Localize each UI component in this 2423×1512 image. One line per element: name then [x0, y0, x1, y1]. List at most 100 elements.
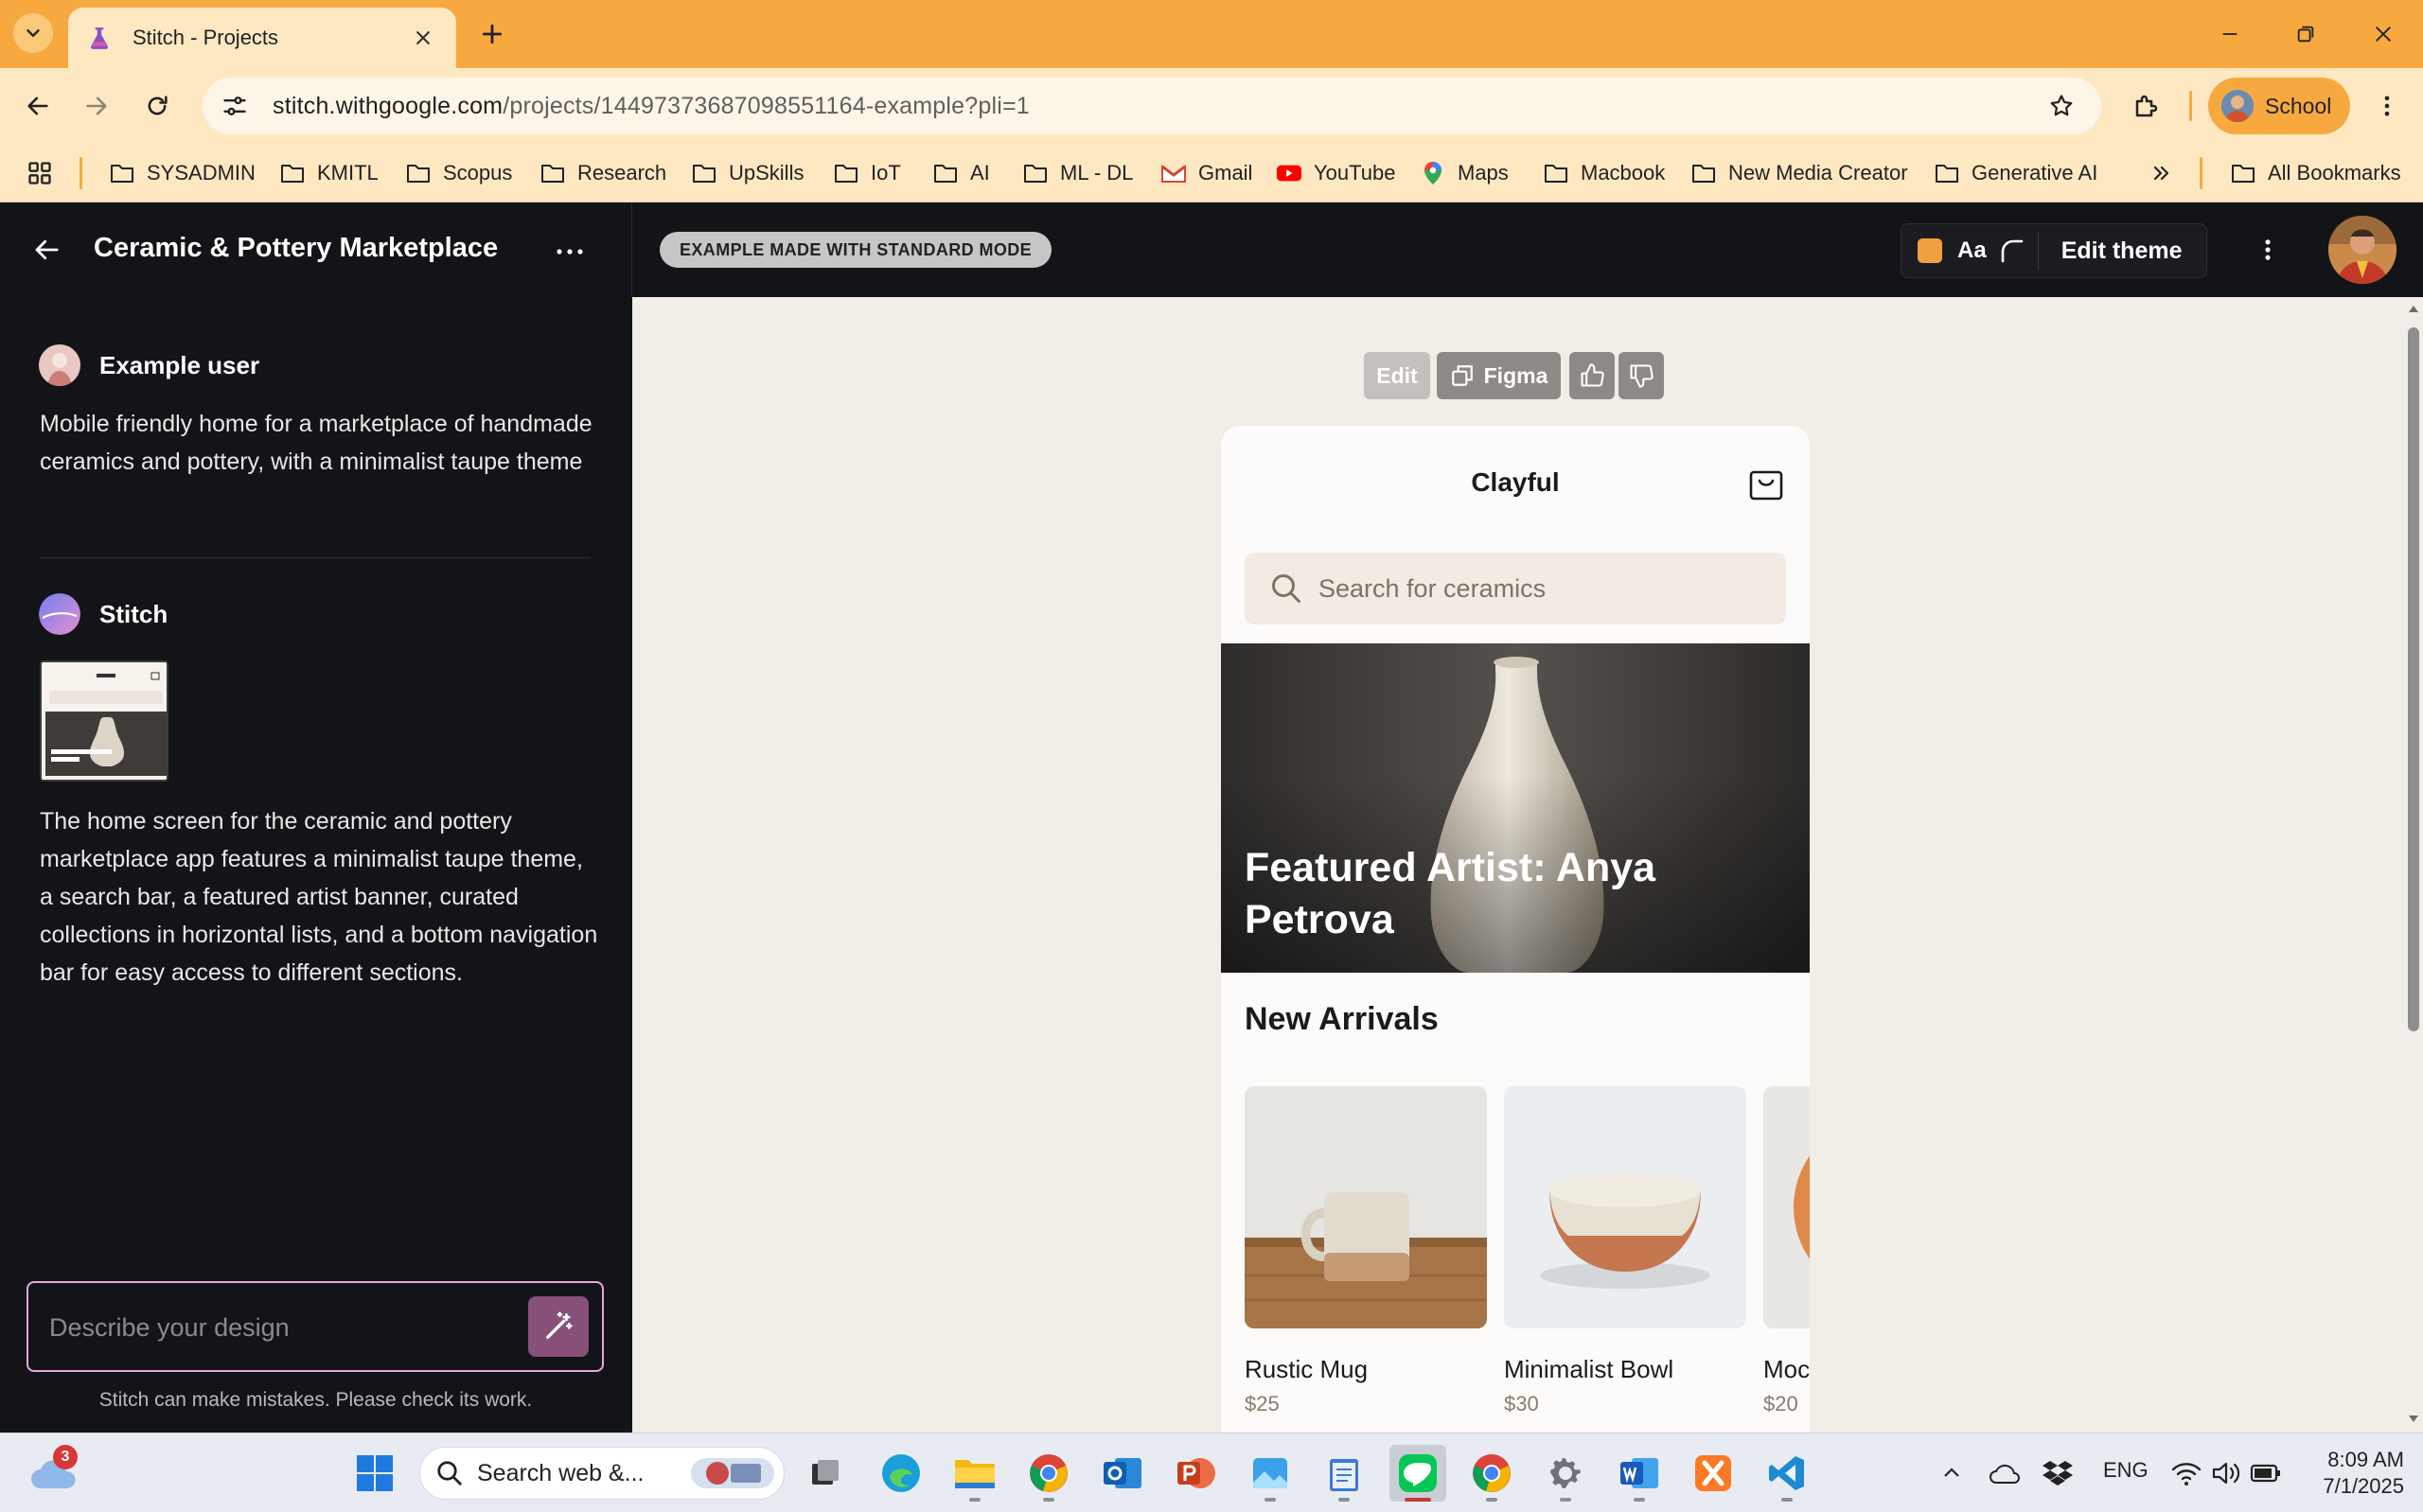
bookmark-star-button[interactable]	[2043, 87, 2080, 125]
taskbar-search[interactable]: Search web &...	[419, 1447, 785, 1500]
language-indicator[interactable]: ENG	[2103, 1458, 2149, 1483]
restore-button[interactable]	[2285, 13, 2326, 55]
system-clock[interactable]: 8:09 AM 7/1/2025	[2290, 1447, 2404, 1500]
scrollbar-thumb[interactable]	[2408, 327, 2419, 1031]
thumbs-down-button[interactable]	[1618, 352, 1664, 399]
taskbar-edge[interactable]	[873, 1445, 929, 1502]
edit-button[interactable]: Edit	[1364, 352, 1430, 399]
tray-overflow-button[interactable]	[1923, 1445, 1980, 1502]
running-indicator	[969, 1498, 981, 1502]
close-tab-button[interactable]	[409, 24, 437, 52]
start-button[interactable]	[346, 1445, 403, 1502]
corner-radius-icon[interactable]	[1998, 237, 2026, 265]
project-title: Ceramic & Pottery Marketplace	[94, 233, 499, 263]
project-menu-button[interactable]	[551, 233, 589, 271]
account-avatar[interactable]	[2328, 216, 2396, 284]
theme-color-swatch[interactable]	[1918, 238, 1942, 263]
bookmark-gmail[interactable]: Gmail	[1160, 153, 1252, 193]
design-prompt-input[interactable]: Describe your design	[27, 1281, 604, 1372]
figma-button[interactable]: Figma	[1437, 352, 1561, 399]
chrome-icon	[1473, 1454, 1511, 1492]
profile-button[interactable]: School	[2208, 78, 2350, 134]
featured-artist-banner[interactable]: Featured Artist: Anya Petrova	[1221, 643, 1810, 973]
profile-name: School	[2265, 93, 2332, 118]
bookmark-maps[interactable]: Maps	[1420, 153, 1509, 193]
weather-widget[interactable]: 3	[25, 1445, 81, 1502]
taskbar-line[interactable]	[1389, 1445, 1446, 1502]
product-name: Moc	[1763, 1355, 1810, 1383]
url-path: /projects/14497373687098551164-example?p…	[503, 92, 1030, 119]
bookmark-macbook[interactable]: Macbook	[1543, 153, 1665, 193]
thumbs-up-button[interactable]	[1569, 352, 1615, 399]
scroll-up-icon[interactable]	[2408, 303, 2419, 314]
bookmark-sysadmin[interactable]: SYSADMIN	[109, 153, 256, 193]
taskbar-powerpoint[interactable]	[1168, 1445, 1225, 1502]
mobile-mockup[interactable]: Clayful Search for ceramics Featured Art…	[1221, 426, 1810, 1433]
mode-badge: EXAMPLE MADE WITH STANDARD MODE	[660, 232, 1052, 268]
minimize-button[interactable]	[2209, 13, 2251, 55]
person-photo-icon	[2221, 90, 2254, 122]
task-view-button[interactable]	[797, 1445, 854, 1502]
bookmark-research[interactable]: Research	[539, 153, 666, 193]
bookmark-upskills[interactable]: UpSkills	[691, 153, 804, 193]
bookmark-scopus[interactable]: Scopus	[405, 153, 512, 193]
extensions-button[interactable]	[2126, 85, 2167, 127]
product-card[interactable]: Rustic Mug $25	[1245, 1086, 1487, 1416]
word-icon	[1620, 1458, 1658, 1488]
mockup-search-bar[interactable]: Search for ceramics	[1245, 553, 1786, 624]
bookmark-youtube[interactable]: YouTube	[1276, 153, 1395, 193]
taskbar-settings[interactable]	[1537, 1445, 1594, 1502]
scroll-down-icon[interactable]	[2408, 1414, 2419, 1425]
product-card[interactable]: Minimalist Bowl $30	[1504, 1086, 1746, 1416]
taskbar-chrome-2[interactable]	[1463, 1445, 1520, 1502]
close-window-button[interactable]	[2362, 13, 2404, 55]
theme-font-button[interactable]: Aa	[1957, 237, 1987, 264]
bookmark-ml-dl[interactable]: ML - DL	[1022, 153, 1133, 193]
apps-button[interactable]	[27, 153, 53, 193]
taskbar-word[interactable]	[1611, 1445, 1668, 1502]
onedrive-icon-button[interactable]	[1976, 1445, 2033, 1502]
taskbar-photos[interactable]	[1242, 1445, 1299, 1502]
taskbar-vscode[interactable]	[1759, 1445, 1815, 1502]
battery-status[interactable]	[2237, 1445, 2294, 1502]
back-button[interactable]	[17, 85, 59, 127]
battery-icon	[2250, 1464, 2280, 1483]
taskbar-xampp[interactable]	[1685, 1445, 1742, 1502]
taskbar-file-explorer[interactable]	[946, 1445, 1003, 1502]
taskbar-outlook[interactable]	[1094, 1445, 1151, 1502]
photos-icon	[1253, 1458, 1287, 1488]
theme-controls[interactable]: Aa Edit theme	[1901, 223, 2207, 278]
edit-theme-button[interactable]: Edit theme	[2061, 237, 2183, 265]
product-card[interactable]: Moc $20	[1763, 1086, 1810, 1416]
generate-button[interactable]	[528, 1296, 589, 1357]
bookmark-iot[interactable]: IoT	[833, 153, 901, 193]
chrome-menu-button[interactable]	[2366, 85, 2408, 127]
magic-wand-icon	[545, 1311, 573, 1340]
clock-date: 7/1/2025	[2323, 1474, 2404, 1498]
reload-button[interactable]	[136, 85, 178, 127]
bot-name: Stitch	[99, 599, 168, 628]
bookmark-new-media-creator[interactable]: New Media Creator	[1690, 153, 1908, 193]
folder-icon	[111, 165, 133, 183]
tab-search-button[interactable]	[13, 13, 53, 53]
address-bar[interactable]: stitch.withgoogle.com/projects/144973736…	[203, 78, 2101, 134]
dropbox-icon-button[interactable]	[2029, 1445, 2086, 1502]
taskbar-notepad[interactable]	[1316, 1445, 1372, 1502]
taskbar-chrome-1[interactable]	[1020, 1445, 1077, 1502]
site-info-button[interactable]	[216, 87, 254, 125]
bookmark-generative-ai[interactable]: Generative AI	[1934, 153, 2097, 193]
new-tab-button[interactable]	[473, 15, 511, 53]
shopping-bag-icon[interactable]	[1749, 469, 1783, 501]
running-indicator	[1486, 1498, 1497, 1502]
bookmarks-divider	[80, 157, 82, 189]
all-bookmarks-button[interactable]: All Bookmarks	[2230, 153, 2401, 193]
back-to-projects-button[interactable]	[25, 231, 68, 269]
app-menu-button[interactable]	[2249, 231, 2287, 269]
bookmark-ai[interactable]: AI	[932, 153, 990, 193]
forward-button[interactable]	[76, 85, 117, 127]
design-thumbnail[interactable]	[40, 660, 168, 782]
browser-tab-stitch[interactable]: Stitch - Projects	[68, 8, 456, 68]
bookmark-kmitl[interactable]: KMITL	[279, 153, 379, 193]
more-bookmarks-button[interactable]	[2149, 153, 2173, 193]
canvas-scrollbar[interactable]	[2404, 297, 2423, 1433]
